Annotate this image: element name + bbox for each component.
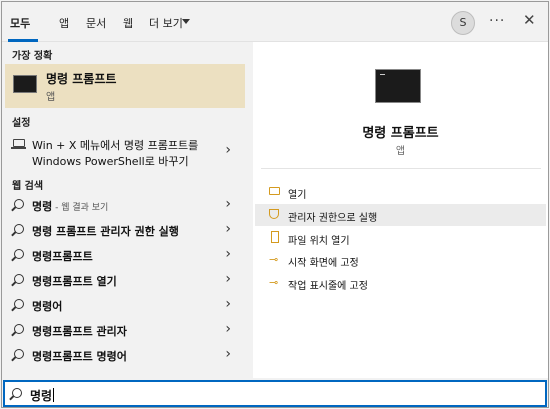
chevron-right-icon[interactable]: ›	[225, 246, 231, 262]
search-query: 명령	[30, 389, 53, 403]
best-match-subtitle: 앱	[46, 92, 56, 103]
close-icon[interactable]: ✕	[523, 11, 536, 29]
chevron-down-icon[interactable]	[182, 19, 190, 24]
tab-bar: 모두 앱 문서 웹 더 보기 S ··· ✕	[2, 2, 548, 42]
web-result-row[interactable]: 명령프롬프트 관리자 ›	[5, 318, 245, 343]
web-result-row[interactable]: 명령프롬프트 열기 ›	[5, 268, 245, 293]
search-window: 모두 앱 문서 웹 더 보기 S ··· ✕ 가장 정확 명령 프롬프트 앱 설…	[1, 1, 549, 408]
search-icon	[14, 349, 24, 359]
preview-subtitle: 앱	[395, 146, 406, 157]
search-icon	[14, 199, 24, 209]
action-open[interactable]: 열기	[255, 181, 546, 203]
best-match-title: 명령 프롬프트	[46, 72, 117, 86]
action-label: 열기	[288, 190, 307, 201]
search-icon	[14, 324, 24, 334]
chevron-right-icon[interactable]: ›	[225, 271, 231, 287]
search-icon	[14, 224, 24, 234]
tab-more[interactable]: 더 보기	[149, 15, 183, 31]
preview-panel: 명령 프롬프트 앱 열기 관리자 권한으로 실행 파일 위치 열기 ⊸ 시작 화…	[253, 42, 548, 378]
web-result-text: 명령프롬프트 명령어	[32, 350, 127, 363]
best-match-heading: 가장 정확	[12, 51, 53, 62]
web-search-heading: 웹 검색	[12, 181, 44, 192]
web-result-hint: - 웹 결과 보기	[52, 203, 109, 213]
tab-all[interactable]: 모두	[10, 15, 30, 31]
settings-heading: 설정	[12, 118, 31, 129]
setting-line1: Win + X 메뉴에서 명령 프롬프트를	[32, 139, 199, 152]
laptop-icon	[11, 139, 26, 149]
action-pin-to-start[interactable]: ⊸ 시작 화면에 고정	[255, 249, 546, 271]
command-prompt-icon	[13, 75, 37, 93]
web-result-row[interactable]: 명령 프롬프트 관리자 권한 실행 ›	[5, 218, 245, 243]
web-result-row[interactable]: 명령프롬프트 명령어 ›	[5, 343, 245, 368]
action-label: 작업 표시줄에 고정	[288, 281, 368, 292]
pin-icon: ⊸	[269, 253, 279, 266]
search-icon	[14, 299, 24, 309]
action-run-as-admin[interactable]: 관리자 권한으로 실행	[255, 204, 546, 226]
tab-documents[interactable]: 문서	[86, 15, 106, 31]
chevron-right-icon[interactable]: ›	[225, 346, 231, 362]
chevron-right-icon[interactable]: ›	[225, 142, 231, 158]
action-pin-to-taskbar[interactable]: ⊸ 작업 표시줄에 고정	[255, 272, 546, 294]
search-icon	[14, 249, 24, 259]
best-match-item[interactable]: 명령 프롬프트 앱	[5, 64, 245, 108]
preview-title: 명령 프롬프트	[362, 126, 439, 141]
tab-apps[interactable]: 앱	[59, 15, 69, 31]
action-label: 관리자 권한으로 실행	[288, 213, 378, 224]
tab-web[interactable]: 웹	[123, 15, 133, 31]
setting-item[interactable]: Win + X 메뉴에서 명령 프롬프트를 Windows PowerShell…	[5, 132, 245, 172]
text-caret	[53, 388, 55, 402]
action-label: 시작 화면에 고정	[288, 258, 359, 269]
results-panel: 가장 정확 명령 프롬프트 앱 설정 Win + X 메뉴에서 명령 프롬프트를…	[2, 42, 247, 378]
chevron-right-icon[interactable]: ›	[225, 296, 231, 312]
web-result-text: 명령	[32, 200, 53, 213]
more-options-icon[interactable]: ···	[489, 13, 505, 29]
web-result-row[interactable]: 명령어 ›	[5, 293, 245, 318]
search-input[interactable]: 명령	[3, 380, 547, 407]
divider	[261, 168, 541, 169]
web-result-text: 명령 프롬프트 관리자 권한 실행	[32, 225, 179, 238]
web-result-text: 명령프롬프트 열기	[32, 275, 117, 288]
chevron-right-icon[interactable]: ›	[225, 221, 231, 237]
web-result-text: 명령프롬프트 관리자	[32, 325, 127, 338]
open-icon	[269, 187, 280, 195]
action-open-file-location[interactable]: 파일 위치 열기	[255, 227, 546, 249]
search-icon	[14, 274, 24, 284]
file-location-icon	[271, 231, 279, 243]
web-result-text: 명령어	[32, 300, 63, 313]
web-result-row[interactable]: 명령프롬프트 ›	[5, 243, 245, 268]
search-icon	[12, 388, 22, 398]
chevron-right-icon[interactable]: ›	[225, 321, 231, 337]
action-label: 파일 위치 열기	[288, 236, 350, 247]
avatar[interactable]: S	[451, 11, 475, 35]
command-prompt-icon	[375, 69, 421, 103]
chevron-right-icon[interactable]: ›	[225, 196, 231, 212]
admin-shield-icon	[269, 209, 279, 219]
web-result-text: 명령프롬프트	[32, 250, 93, 263]
web-result-row[interactable]: 명령 - 웹 결과 보기 ›	[5, 193, 245, 218]
setting-line2: Windows PowerShell로 바꾸기	[32, 155, 189, 168]
pin-icon: ⊸	[269, 276, 279, 289]
